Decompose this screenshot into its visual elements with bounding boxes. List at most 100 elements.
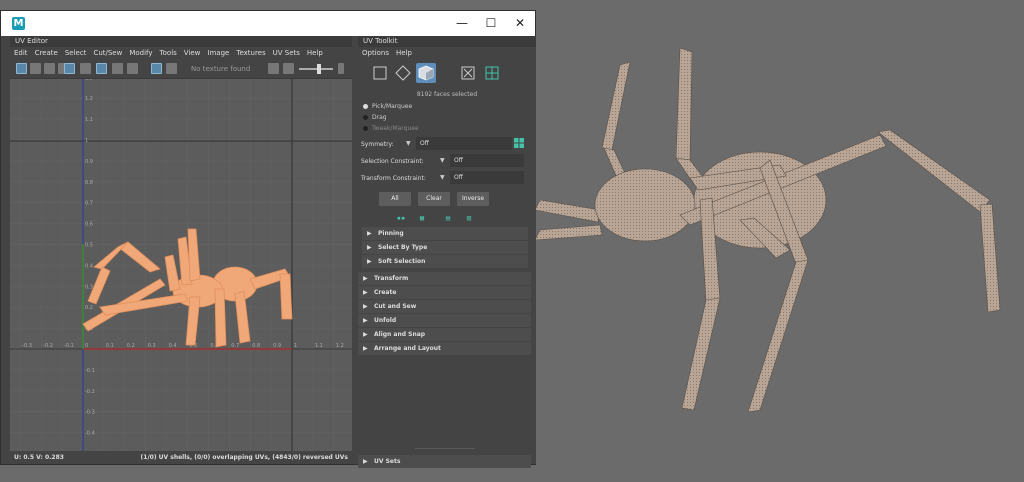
select-all-button[interactable]: All: [379, 192, 411, 206]
menu-image[interactable]: Image: [207, 47, 229, 59]
image-display-icon[interactable]: [151, 63, 162, 74]
isolate-icon[interactable]: [112, 63, 123, 74]
minimize-button[interactable]: —: [452, 15, 472, 31]
exposure-slider[interactable]: [299, 64, 333, 74]
symmetry-icon[interactable]: [514, 138, 524, 148]
section-label: Transform: [374, 275, 409, 282]
shaded-icon[interactable]: [30, 63, 41, 74]
pixel-snap-icon[interactable]: [80, 63, 91, 74]
menu-textures[interactable]: Textures: [236, 47, 265, 59]
menu-select[interactable]: Select: [65, 47, 87, 59]
uv-canvas[interactable]: -0.3 -0.2 -0.1 0 0.1 0.2 0.3 0.4 0.5 0.6 0.7 0.8 0.9…: [10, 79, 352, 451]
menu-uv-sets[interactable]: UV Sets: [273, 47, 300, 59]
distortion-icon[interactable]: [44, 63, 55, 74]
menu-modify[interactable]: Modify: [129, 47, 152, 59]
section-arrange-and-layout[interactable]: ▶ Arrange and Layout: [358, 342, 531, 355]
inverse-selection-button[interactable]: Inverse: [457, 192, 489, 206]
close-button[interactable]: ✕: [510, 15, 530, 31]
menu-edit[interactable]: Edit: [14, 47, 28, 59]
axis-tick-label: 1: [294, 343, 297, 349]
section-pinning[interactable]: ▶ Pinning: [362, 227, 528, 240]
symmetry-select[interactable]: Off: [416, 137, 512, 150]
selection-mode-icons: [358, 59, 536, 89]
section-cut-and-sew[interactable]: ▶ Cut and Sew: [358, 300, 531, 313]
uv-grid: -0.3 -0.2 -0.1 0 0.1 0.2 0.3 0.4 0.5 0.6 0.7 0.8 0.9…: [10, 79, 352, 451]
uv-toolkit-tab[interactable]: UV Toolkit: [358, 36, 536, 47]
axis-tick-label: -0.3: [22, 343, 32, 349]
uv-editor-tab[interactable]: UV Editor: [10, 36, 352, 47]
menu-options[interactable]: Options: [362, 47, 389, 59]
uv-shell-icon[interactable]: [96, 63, 107, 74]
title-bar[interactable]: M — ☐ ✕: [1, 11, 535, 36]
checker-pattern-icon[interactable]: [166, 63, 177, 74]
exposure-icon[interactable]: [268, 63, 279, 74]
section-select-by-type[interactable]: ▶ Select By Type: [362, 241, 528, 254]
axis-tick-label: 0.1: [106, 343, 114, 349]
uv-toolkit-panel: UV Toolkit Options Help 8192 faces selec…: [358, 36, 536, 468]
menu-tools[interactable]: Tools: [160, 47, 177, 59]
section-unfold[interactable]: ▶ Unfold: [358, 314, 531, 327]
axis-tick-label: -0.2: [43, 343, 53, 349]
maya-window: M — ☐ ✕ UV Editor Edit Create Select Cut…: [0, 10, 536, 468]
section-soft-selection[interactable]: ▶ Soft Selection: [362, 255, 528, 268]
uv-shell-mode-icon[interactable]: [482, 63, 502, 83]
axis-tick-label: -0.2: [85, 389, 95, 395]
select-shell-border-icon[interactable]: ▤: [443, 213, 453, 223]
expand-triangle-icon: ▶: [363, 289, 368, 296]
menu-toolkit-help[interactable]: Help: [396, 47, 412, 59]
maximize-button[interactable]: ☐: [481, 15, 501, 31]
menu-view[interactable]: View: [184, 47, 201, 59]
transform-constraint-row: Transform Constraint: ▼ Off: [358, 170, 536, 187]
menu-cut-sew[interactable]: Cut/Sew: [93, 47, 122, 59]
section-align-and-snap[interactable]: ▶ Align and Snap: [358, 328, 531, 341]
selection-filter-icons: ▪▪ ▦ ▤ ▥: [358, 211, 536, 227]
dropdown-arrow-icon[interactable]: ▼: [440, 157, 445, 164]
uv-shell[interactable]: [82, 228, 293, 348]
viewport-3d[interactable]: [535, 0, 1024, 482]
axis-tick-label: 0.4: [85, 263, 93, 269]
section-label: Cut and Sew: [374, 303, 417, 310]
slider-handle[interactable]: [317, 64, 321, 74]
uv-statistics: (1/0) UV shells, (0/0) overlapping UVs, …: [140, 454, 348, 461]
uv-sets-area: ▶ UV Sets: [358, 448, 531, 469]
uv-mode-icon[interactable]: [458, 63, 478, 83]
selection-count: 8192 faces selected: [416, 91, 478, 98]
axis-tick-label: 0.9: [85, 159, 93, 165]
transform-constraint-select[interactable]: Off: [450, 171, 524, 184]
radio-tweak-marquee[interactable]: Tweak/Marquee: [358, 123, 536, 134]
radio-pick-marquee[interactable]: Pick/Marquee: [358, 101, 536, 112]
select-shell-icon[interactable]: ▦: [417, 213, 427, 223]
dropdown-arrow-icon[interactable]: ▼: [406, 140, 411, 147]
section-create[interactable]: ▶ Create: [358, 286, 531, 299]
section-uv-sets[interactable]: ▶ UV Sets: [358, 455, 531, 468]
axis-tick-label: 0.2: [85, 305, 93, 311]
select-overlap-icon[interactable]: ▥: [464, 213, 474, 223]
uv-toolkit-menubar: Options Help: [358, 47, 536, 59]
radio-drag[interactable]: Drag: [358, 112, 536, 123]
edge-mode-icon[interactable]: [393, 63, 413, 83]
texture-selector[interactable]: No texture found: [191, 63, 266, 75]
menu-help[interactable]: Help: [307, 47, 323, 59]
vertex-mode-icon[interactable]: [370, 63, 390, 83]
dropdown-arrow-icon[interactable]: ▼: [440, 174, 445, 181]
grid-icon[interactable]: [64, 63, 75, 74]
face-mode-icon[interactable]: [416, 63, 436, 83]
radio-label: Tweak/Marquee: [372, 125, 419, 132]
image-icon[interactable]: [283, 63, 294, 74]
checker-uvs-icon[interactable]: [16, 63, 27, 74]
radio-label: Drag: [372, 114, 387, 121]
axis-tick-label: 1: [85, 138, 88, 144]
select-border-icon[interactable]: ▪▪: [396, 213, 406, 223]
section-transform[interactable]: ▶ Transform: [358, 272, 531, 285]
expand-triangle-icon: ▶: [363, 303, 368, 310]
expand-triangle-icon: ▶: [363, 317, 368, 324]
uv-status-bar: U: 0.5 V: 0.283 (1/0) UV shells, (0/0) o…: [10, 451, 352, 464]
snapshot-icon[interactable]: [127, 63, 138, 74]
clear-selection-button[interactable]: Clear: [418, 192, 450, 206]
toolbar-expand-icon[interactable]: [338, 63, 344, 74]
axis-tick-label: 0.7: [85, 201, 93, 207]
resize-handle[interactable]: [414, 448, 475, 449]
uv-editor-toolbar: No texture found: [10, 59, 352, 79]
selection-constraint-select[interactable]: Off: [450, 154, 524, 167]
menu-create[interactable]: Create: [35, 47, 58, 59]
